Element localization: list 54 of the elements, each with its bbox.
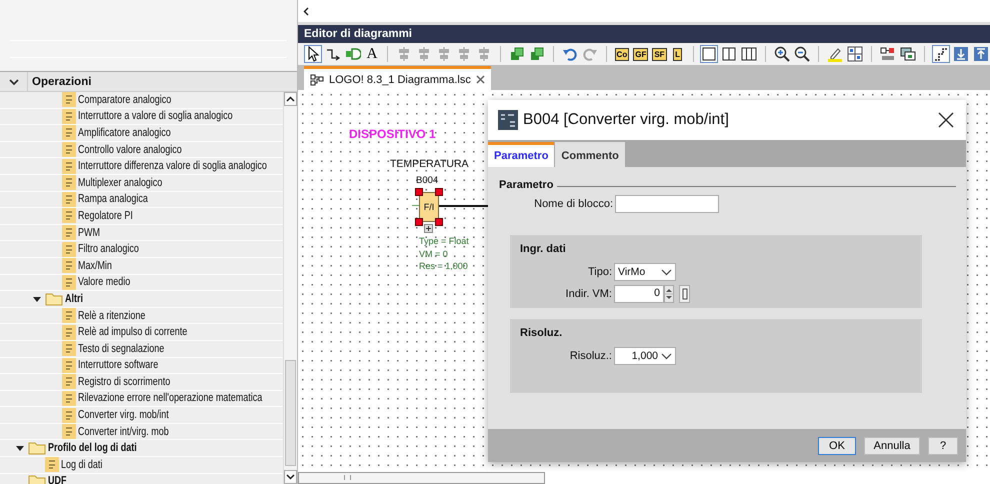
block-parameter: VM = 0	[419, 248, 449, 260]
tree-item[interactable]: Log di dati	[61, 458, 102, 471]
block-name: TEMPERATURA	[390, 158, 469, 170]
tree-item[interactable]: Interruttore differenza valore di soglia analogico	[78, 160, 267, 172]
dropdown[interactable]: VirMo	[614, 263, 676, 281]
section-heading: Parametro	[499, 179, 554, 191]
field-label: Indir. VM:	[564, 288, 613, 300]
device-label: DISPOSITIVO 1	[349, 127, 436, 141]
tree-item[interactable]: Controllo valore analogico	[78, 144, 182, 156]
text-tool-button[interactable]: A	[364, 45, 380, 63]
view-toggle-button[interactable]: L	[670, 45, 686, 63]
tree-item[interactable]: Valore medio	[78, 276, 130, 288]
dropdown[interactable]: 1,000	[614, 347, 676, 365]
tree-item[interactable]: Registro di scorrimento	[78, 376, 170, 388]
block-parameter: Res = 1,000	[419, 260, 469, 272]
tree-item[interactable]: Testo di segnalazione	[78, 342, 164, 355]
view-toggle-button[interactable]: SF	[651, 45, 668, 63]
section-title: Operazioni	[31, 76, 92, 88]
tree-item[interactable]: Rilevazione errore nell'operazione matematica	[78, 392, 262, 404]
document-tab[interactable]: LOGO! 8.3_1 Diagramma.lsc	[304, 66, 491, 90]
dialog-title: B004 [Converter virg. mob/int]	[523, 111, 730, 129]
tree-item[interactable]: Relè a ritenzione	[78, 310, 146, 322]
tree-item[interactable]: Relè ad impulso di corrente	[78, 326, 188, 338]
dialog-button[interactable]: ?	[928, 436, 958, 454]
tree-item[interactable]: Filtro analogico	[78, 243, 139, 256]
view-toggle-button[interactable]: GF	[632, 45, 650, 63]
number-field[interactable]: 0	[614, 285, 664, 303]
section-header[interactable]: Operazioni	[0, 71, 297, 92]
dialog-tab[interactable]: Parametro	[488, 142, 554, 167]
tree-item[interactable]: Interruttore a valore di soglia analogico	[78, 110, 233, 122]
group-title: Ingr. dati	[520, 243, 567, 255]
tree-item[interactable]: Rampa analogica	[78, 193, 148, 206]
tree-item[interactable]: Converter virg. mob/int	[78, 409, 169, 422]
tree-item[interactable]: Amplificatore analogico	[78, 126, 171, 139]
block-parameter: Type = Float	[419, 235, 469, 248]
tree-item[interactable]: Max/Min	[78, 260, 112, 272]
view-toggle-button[interactable]: Co	[614, 45, 630, 63]
tree-item[interactable]: Regolatore PI	[78, 210, 133, 222]
group-title: Risoluz.	[520, 327, 564, 339]
dialog-button[interactable]: Annulla	[864, 436, 920, 454]
editor-title: Editor di diagrammi	[298, 25, 990, 43]
tree-item[interactable]: Comparatore analogico	[78, 94, 172, 106]
tree-item[interactable]: Profilo del log di dati	[48, 442, 137, 454]
tree-item[interactable]: Converter int/virg. mob	[78, 426, 169, 438]
field-label: Risoluz.:	[568, 350, 613, 362]
dialog-tab[interactable]: Commento	[555, 142, 625, 167]
tree-item[interactable]: Altri	[65, 292, 83, 305]
tree-item[interactable]: Interruttore software	[78, 359, 158, 372]
block-id: B004	[416, 175, 438, 186]
field-label: Tipo:	[586, 266, 613, 278]
tree-item[interactable]: Multiplexer analogico	[78, 176, 162, 189]
field-label: Nome di blocco:	[533, 198, 614, 210]
tree-item[interactable]: PWM	[78, 226, 100, 239]
ok-button[interactable]: OK	[818, 436, 856, 454]
